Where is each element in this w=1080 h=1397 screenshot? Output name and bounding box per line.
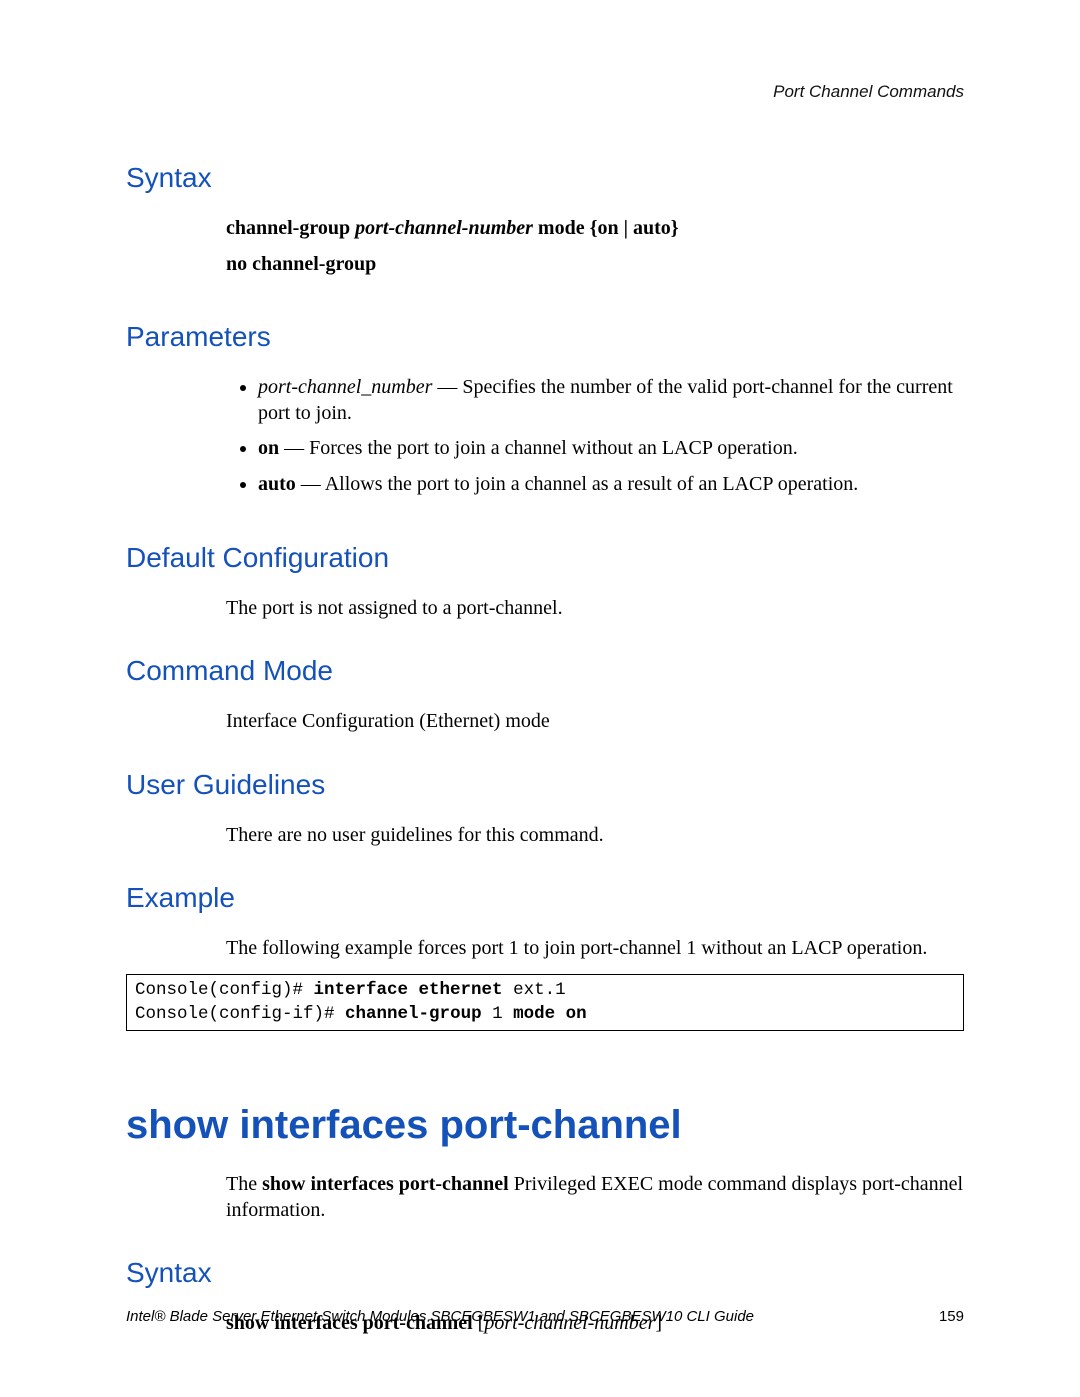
command-mode-text: Interface Configuration (Ethernet) mode bbox=[226, 709, 964, 735]
code-text: 1 bbox=[482, 1004, 514, 1024]
section-heading-example: Example bbox=[126, 882, 964, 914]
section-heading-syntax-2: Syntax bbox=[126, 1257, 964, 1289]
param-desc: Forces the port to join a channel withou… bbox=[309, 437, 798, 459]
code-text: Console(config-if)# bbox=[135, 1004, 345, 1024]
page-content: Port Channel Commands Syntax channel-gro… bbox=[126, 82, 964, 1347]
param-term: on bbox=[258, 437, 279, 459]
section-heading-user-guidelines: User Guidelines bbox=[126, 769, 964, 801]
code-bold: interface ethernet bbox=[314, 980, 503, 1000]
code-bold: channel-group bbox=[345, 1004, 482, 1024]
param-term: auto bbox=[258, 473, 296, 495]
syntax-tail: mode {on | auto} bbox=[533, 217, 679, 239]
param-term: port-channel_number bbox=[258, 376, 432, 398]
show-cmd-description: The show interfaces port-channel Privile… bbox=[226, 1172, 964, 1223]
section-heading-syntax: Syntax bbox=[126, 162, 964, 194]
default-config-text: The port is not assigned to a port-chann… bbox=[226, 596, 964, 622]
syntax-line-1: channel-group port-channel-number mode {… bbox=[226, 216, 964, 242]
desc-cmd-name: show interfaces port-channel bbox=[262, 1173, 509, 1195]
desc-text: The bbox=[226, 1173, 262, 1195]
param-item: port-channel_number — Specifies the numb… bbox=[258, 375, 964, 426]
syntax-kw: channel-group bbox=[226, 217, 355, 239]
syntax-body: channel-group port-channel-number mode {… bbox=[226, 216, 964, 277]
param-item: on — Forces the port to join a channel w… bbox=[258, 436, 964, 462]
syntax-line-2: no channel-group bbox=[226, 252, 964, 278]
param-dash: — bbox=[296, 473, 325, 495]
param-item: auto — Allows the port to join a channel… bbox=[258, 472, 964, 498]
param-dash: — bbox=[432, 376, 462, 398]
section-heading-parameters: Parameters bbox=[126, 321, 964, 353]
command-heading-show-interfaces: show interfaces port-channel bbox=[126, 1103, 964, 1148]
param-desc: Allows the port to join a channel as a r… bbox=[325, 473, 859, 495]
running-header: Port Channel Commands bbox=[126, 82, 964, 102]
code-text: ext.1 bbox=[503, 980, 566, 1000]
section-heading-command-mode: Command Mode bbox=[126, 655, 964, 687]
section-heading-default-config: Default Configuration bbox=[126, 542, 964, 574]
footer-page-number: 159 bbox=[939, 1308, 964, 1325]
code-bold: mode on bbox=[513, 1004, 587, 1024]
footer-doc-title: Intel® Blade Server Ethernet Switch Modu… bbox=[126, 1308, 754, 1325]
syntax-arg: port-channel-number bbox=[355, 217, 533, 239]
parameter-list: port-channel_number — Specifies the numb… bbox=[226, 375, 964, 497]
user-guidelines-text: There are no user guidelines for this co… bbox=[226, 823, 964, 849]
example-intro: The following example forces port 1 to j… bbox=[226, 936, 964, 962]
page-footer: Intel® Blade Server Ethernet Switch Modu… bbox=[126, 1308, 964, 1325]
param-dash: — bbox=[279, 437, 309, 459]
code-text: Console(config)# bbox=[135, 980, 314, 1000]
example-code-block: Console(config)# interface ethernet ext.… bbox=[126, 974, 964, 1031]
